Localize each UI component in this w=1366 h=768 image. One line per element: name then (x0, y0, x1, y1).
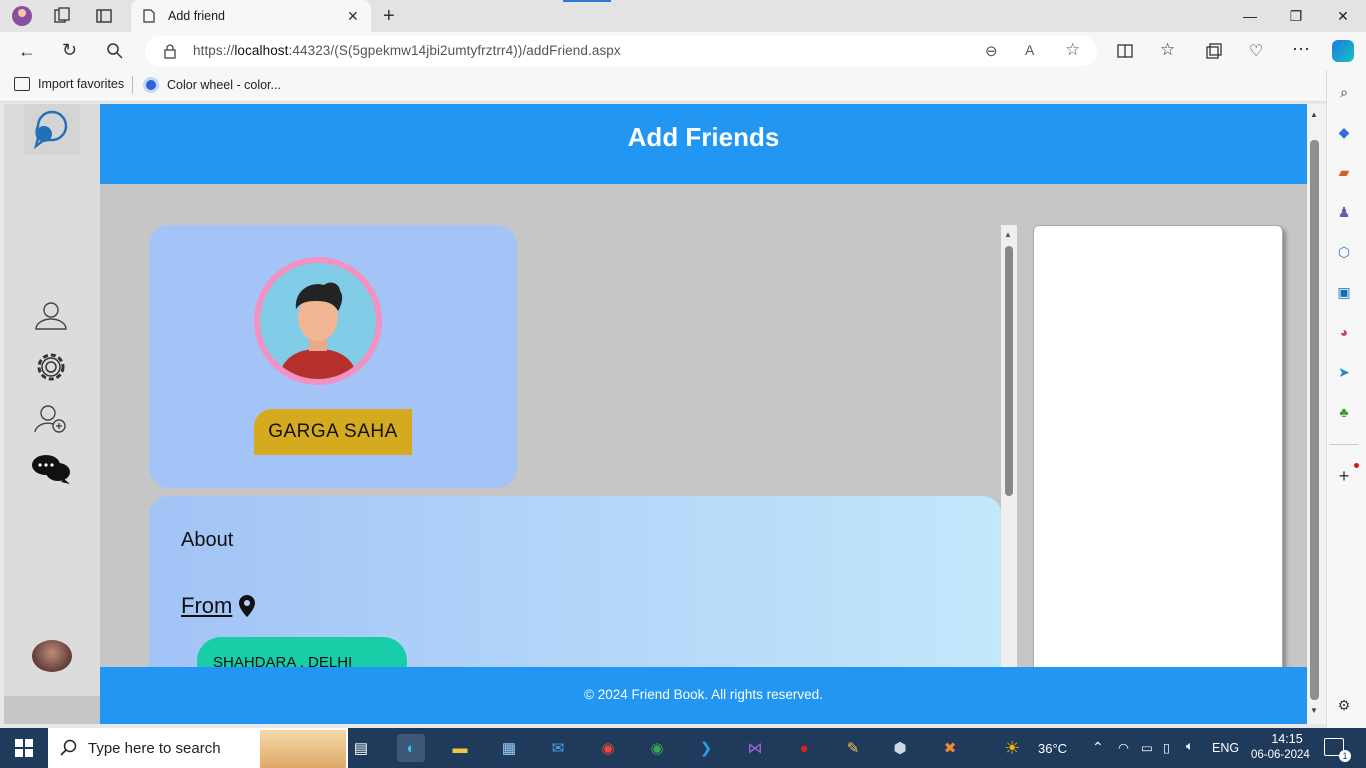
paint-icon[interactable]: ✎ (839, 734, 867, 762)
favorites-icon[interactable]: ☆ (1160, 40, 1175, 60)
network-icon[interactable]: ◠ (1118, 740, 1129, 755)
windows-start-icon[interactable] (15, 739, 33, 757)
xampp-icon[interactable]: ✖ (936, 734, 964, 762)
page-scroll-up-icon[interactable]: ▲ (1310, 110, 1318, 119)
sidebar-settings-icon[interactable]: ⚙ (1335, 696, 1353, 714)
recorder-icon[interactable]: ● (790, 734, 818, 762)
meet-now-icon[interactable]: ▭ (1141, 740, 1153, 755)
color-wheel-icon (143, 77, 159, 93)
sidebar-search-icon[interactable]: ⌕ (1335, 83, 1353, 101)
person-avatar-icon (278, 282, 358, 379)
vscode-icon[interactable]: ❯ (692, 734, 720, 762)
search-icon (60, 739, 78, 757)
add-sidebar-app-icon[interactable]: + (1335, 466, 1353, 486)
app-logo[interactable] (24, 104, 80, 154)
import-icon (14, 77, 30, 91)
back-button[interactable]: ← (18, 41, 36, 62)
battery-icon[interactable]: ▯ (1163, 740, 1170, 755)
lock-icon (163, 43, 177, 59)
edge-taskbar-icon[interactable]: ◐ (397, 734, 425, 762)
chrome-profile-icon[interactable]: ◉ (594, 734, 622, 762)
page-scroll-down-icon[interactable]: ▼ (1310, 706, 1318, 715)
telegram-icon[interactable]: ➤ (1335, 363, 1353, 381)
notification-dot (1354, 463, 1359, 468)
about-heading: About (181, 529, 234, 551)
clock-time[interactable]: 14:15 (1264, 732, 1310, 746)
inner-scrollbar-thumb[interactable] (1005, 246, 1013, 496)
restore-button[interactable]: ❐ (1273, 0, 1319, 32)
search-highlight-image (260, 730, 346, 768)
split-screen-icon[interactable] (1116, 42, 1134, 60)
outlook-icon[interactable]: ▣ (1335, 283, 1353, 301)
volume-icon[interactable]: 🔈︎ (1186, 739, 1194, 754)
tools-icon[interactable]: ▰ (1335, 163, 1353, 181)
visual-studio-icon[interactable]: ⋈ (741, 734, 769, 762)
from-heading: From (181, 593, 256, 619)
search-icon[interactable] (106, 42, 124, 60)
page-title: Add Friends (627, 122, 780, 152)
profile-avatar (254, 257, 382, 385)
games-icon[interactable]: ♟ (1335, 203, 1353, 221)
settings-icon[interactable] (28, 347, 74, 387)
tab-title: Add friend (168, 9, 225, 23)
profile-avatar-icon[interactable] (10, 5, 34, 27)
tab-add-friend[interactable]: Add friend ✕ (131, 0, 371, 32)
location-pin-icon (239, 595, 256, 617)
more-menu-icon[interactable]: ⋯ (1292, 39, 1310, 60)
notification-count: 1 (1339, 750, 1351, 762)
clock-date[interactable]: 06-06-2024 (1251, 749, 1310, 761)
tray-expand-icon[interactable]: ⌃ (1092, 739, 1104, 756)
close-window-button[interactable]: ✕ (1320, 0, 1366, 32)
zoom-out-icon[interactable]: ⊖ (985, 42, 998, 60)
page-icon (143, 9, 155, 23)
minimize-button[interactable]: — (1227, 0, 1273, 32)
language-indicator[interactable]: ENG (1212, 741, 1239, 755)
shopping-icon[interactable]: ◆ (1335, 123, 1353, 141)
store-icon[interactable]: ▦ (495, 734, 523, 762)
read-aloud-icon[interactable]: A (1025, 42, 1034, 58)
favorite-color-wheel[interactable]: Color wheel - color... (143, 77, 281, 93)
divider (132, 76, 133, 94)
new-tab-button[interactable]: + (383, 5, 395, 28)
address-bar[interactable]: https://localhost:44323/(S(5gpekmw14jbi2… (145, 36, 1097, 66)
office-icon[interactable]: ⬡ (1335, 243, 1353, 261)
tab-indicator (563, 0, 611, 2)
chrome-icon[interactable]: ◉ (643, 734, 671, 762)
weather-temp[interactable]: 36°C (1038, 741, 1067, 756)
tree-icon[interactable]: ♣ (1335, 403, 1353, 421)
file-explorer-icon[interactable]: ▬ (446, 734, 474, 762)
mail-icon[interactable]: ✉ (544, 734, 572, 762)
right-panel (1033, 225, 1283, 685)
favorite-star-icon[interactable]: ☆ (1065, 40, 1080, 60)
box-app-icon[interactable]: ⬢ (886, 734, 914, 762)
footer-text: © 2024 Friend Book. All rights reserved. (584, 687, 823, 702)
workspaces-icon[interactable] (53, 7, 71, 25)
collections-icon[interactable] (1205, 42, 1223, 60)
copilot-icon[interactable] (1332, 40, 1354, 62)
user-avatar[interactable] (32, 640, 72, 672)
search-placeholder: Type here to search (88, 739, 221, 757)
task-view-icon[interactable]: ▤ (347, 734, 375, 762)
add-friend-icon[interactable] (28, 399, 74, 439)
favorite-import[interactable]: Import favorites (14, 77, 124, 91)
weather-icon[interactable]: ☀ (1004, 738, 1020, 759)
designer-icon[interactable]: ◕ (1335, 323, 1353, 341)
page-scrollbar-thumb[interactable] (1310, 140, 1319, 700)
page-header: Add Friends (100, 104, 1307, 184)
refresh-button[interactable]: ↻ (62, 40, 77, 61)
page-footer: © 2024 Friend Book. All rights reserved. (100, 667, 1307, 724)
scroll-up-arrow-icon[interactable]: ▲ (1004, 230, 1012, 239)
profile-icon[interactable] (28, 296, 74, 336)
close-tab-icon[interactable]: ✕ (347, 8, 359, 25)
tab-actions-icon[interactable] (95, 7, 113, 25)
chat-logo-icon (33, 110, 68, 150)
divider (1330, 444, 1358, 445)
chat-icon[interactable] (28, 449, 74, 489)
browser-essentials-icon[interactable]: ♡ (1249, 41, 1263, 61)
profile-name-badge: GARGA SAHA (254, 409, 412, 455)
url-text: https://localhost:44323/(S(5gpekmw14jbi2… (193, 43, 621, 58)
